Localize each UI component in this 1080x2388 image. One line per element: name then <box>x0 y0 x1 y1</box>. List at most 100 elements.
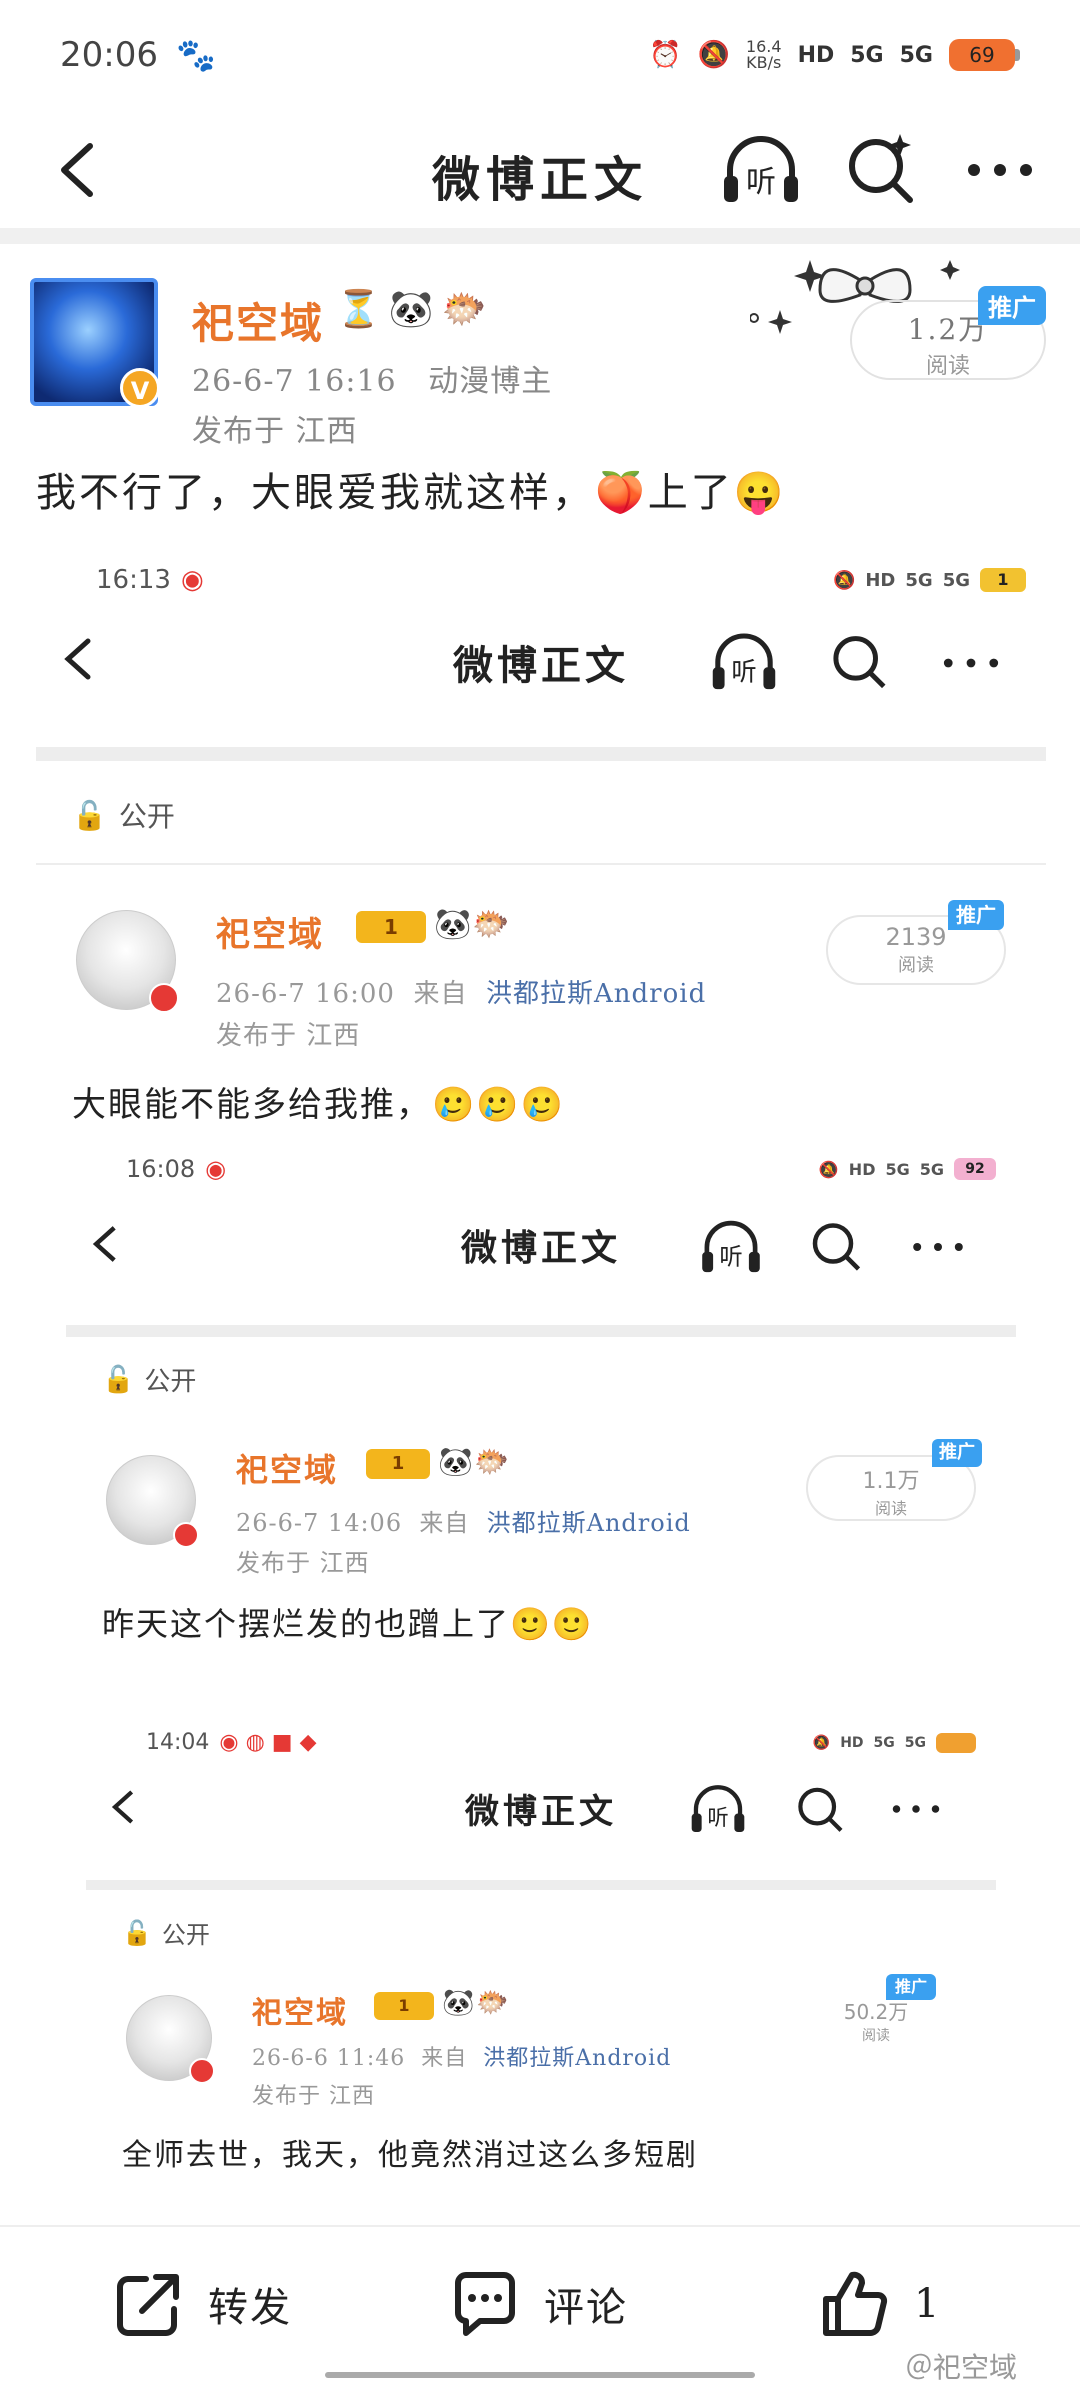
embedded-author: 祀空域 <box>252 1996 348 2031</box>
embedded-source: 洪都拉斯Android <box>483 2046 672 2071</box>
embedded-post-text: 大眼能不能多给我推，🥲🥲🥲 <box>72 1085 566 1125</box>
comment-icon <box>455 2272 515 2336</box>
listen-button[interactable]: 听 <box>716 126 806 216</box>
embedded-meta: 26-6-7 16:00 来自 洪都拉斯Android <box>216 973 706 1010</box>
comment-button[interactable]: 评论 <box>448 2267 628 2341</box>
embedded-time: 26-6-7 16:00 <box>216 979 395 1009</box>
search-icon[interactable] <box>840 128 920 208</box>
status-bar: 20:06 🐾 ⏰ 🔕 16.4 KB/s HD 5G 5G 69 <box>0 0 1080 110</box>
embedded-location: 发布于 江西 <box>252 2084 375 2109</box>
embedded-status-time: 16:13 <box>96 565 171 595</box>
lock-icon: 🔓 <box>72 798 107 832</box>
mute-icon: 🔕 <box>818 1159 839 1179</box>
mute-icon: 🔕 <box>832 569 856 591</box>
embedded-battery-icon: 1 <box>980 568 1026 592</box>
embedded-title: 微博正文 <box>465 1792 617 1832</box>
embedded-status-time: 16:08 <box>126 1155 196 1183</box>
embedded-read-value: 1.1万 <box>862 1469 920 1494</box>
signal-5g-1: 5G <box>850 42 884 68</box>
embedded-time: 26-6-6 11:46 <box>252 2046 406 2071</box>
embedded-post-text: 全师去世，我天，他竟然消过这么多短剧 <box>122 2138 698 2173</box>
nav-divider <box>0 228 1080 244</box>
battery-icon: 69 <box>949 39 1020 71</box>
embedded-search-icon <box>833 636 886 689</box>
panda-badge-icon: 🐼 <box>442 1988 475 2018</box>
verified-badge-icon <box>149 983 179 1013</box>
embedded-listen-label: 听 <box>731 657 756 687</box>
embedded-battery-icon <box>936 1732 976 1753</box>
embedded-location: 发布于 江西 <box>236 1549 370 1577</box>
battery-level: 69 <box>949 39 1015 71</box>
embedded-more-icon <box>892 1805 940 1813</box>
like-button[interactable]: 1 <box>818 2267 941 2341</box>
embedded-battery-icon: 92 <box>954 1158 996 1180</box>
embedded-author: 祀空域 <box>236 1451 339 1489</box>
embedded-from: 来自 <box>419 1509 470 1537</box>
embedded-promo-badge: 推广 <box>948 900 1004 930</box>
hd-indicator: HD <box>797 42 835 68</box>
lock-icon: 🔓 <box>102 1364 135 1395</box>
embedded-from: 来自 <box>413 979 468 1009</box>
embedded-read-label: 阅读 <box>898 955 934 976</box>
author-name[interactable]: 祀空域 <box>192 290 324 351</box>
embedded-screenshot[interactable]: 16:13 ◉ 🔕 HD 5G 5G 1 微博正文 听 🔓 公开 祀空域 1 🐼… <box>36 555 1046 2225</box>
panda-badge-icon: 🐼 <box>434 907 472 942</box>
mute-icon: 🔕 <box>697 40 730 70</box>
top-nav: 微博正文 听 <box>0 110 1080 230</box>
panda-badge-icon: 🐼 <box>388 289 434 330</box>
crown-badge-icon: 1 <box>374 1992 434 2020</box>
embedded-promo-badge: 推广 <box>886 1974 936 2000</box>
embedded-avatar <box>76 910 179 1013</box>
embedded-status-bar: 16:13 ◉ 🔕 HD 5G 5G 1 <box>96 565 1026 595</box>
embedded-nav: 微博正文 听 <box>36 615 1046 705</box>
like-count: 1 <box>914 2281 942 2327</box>
embedded-location: 发布于 江西 <box>216 1021 361 1051</box>
embedded-author: 祀空域 <box>216 915 324 955</box>
fish-badge-icon: 🐡 <box>441 289 487 330</box>
embedded-listen-icon: 听 <box>691 1785 745 1833</box>
comment-label: 评论 <box>544 2285 628 2331</box>
embedded-more-icon <box>943 658 999 668</box>
more-options-icon[interactable] <box>960 140 1040 200</box>
home-indicator[interactable] <box>325 2372 755 2378</box>
embedded-level-1: 16:13 ◉ 🔕 HD 5G 5G 1 微博正文 听 🔓 公开 祀空域 1 🐼… <box>36 555 1046 1125</box>
repost-label: 转发 <box>208 2285 292 2331</box>
net-speed: 16.4 KB/s <box>746 39 782 71</box>
promote-badge[interactable]: 推广 <box>978 286 1046 325</box>
panda-badge-icon: 🐼 <box>438 1445 473 1478</box>
privacy-label: 公开 <box>118 800 175 833</box>
embedded-promo-badge: 推广 <box>932 1439 982 1467</box>
listen-label: 听 <box>746 165 776 200</box>
embedded-read-value: 50.2万 <box>843 2000 909 2024</box>
embedded-search-icon <box>812 1223 861 1271</box>
embedded-avatar <box>106 1455 199 1548</box>
paw-icon: 🐾 <box>175 36 216 74</box>
embedded-meta: 26-6-6 11:46 来自 洪都拉斯Android <box>252 2040 671 2072</box>
weibo-app-icon: ◉ <box>180 565 204 595</box>
embedded-avatar <box>126 1995 215 2084</box>
embedded-search-icon <box>798 1787 843 1832</box>
embedded-listen-label: 听 <box>707 1806 728 1831</box>
repost-button[interactable]: 转发 <box>112 2267 292 2341</box>
embedded-listen-label: 听 <box>719 1242 742 1270</box>
embedded-read-label: 阅读 <box>862 2028 890 2044</box>
embedded-more-icon <box>913 1243 963 1251</box>
embedded-title: 微博正文 <box>453 642 629 689</box>
embedded-read-label: 阅读 <box>874 1499 907 1518</box>
embedded-post-text: 昨天这个摆烂发的也蹭上了🙂🙂 <box>102 1605 594 1643</box>
signal-5g-2: 5G <box>899 42 933 68</box>
post-time: 26-6-7 16:16 <box>192 364 397 399</box>
embedded-level-3: 14:04 ◉ ◍ ■ ◆ 🔕 HD 5G 5G 微博正文 听 🔓 公开 祀空域… <box>86 1730 996 2225</box>
avatar[interactable]: V <box>30 278 160 408</box>
embedded-meta: 26-6-7 14:06 来自 洪都拉斯Android <box>236 1503 691 1538</box>
lock-icon: 🔓 <box>122 1918 152 1947</box>
post-text: 我不行了，大眼爱我就这样，🍑上了😛 <box>36 470 787 516</box>
embedded-source: 洪都拉斯Android <box>486 1509 691 1537</box>
embedded-source: 洪都拉斯Android <box>486 979 707 1009</box>
embedded-time: 26-6-7 14:06 <box>236 1509 403 1537</box>
privacy-row: 🔓 公开 <box>72 795 175 835</box>
fish-badge-icon: 🐡 <box>474 1445 509 1478</box>
status-time: 20:06 <box>60 35 158 75</box>
embedded-listen-icon: 听 <box>702 1220 760 1273</box>
post-location: 发布于 江西 <box>192 414 358 449</box>
